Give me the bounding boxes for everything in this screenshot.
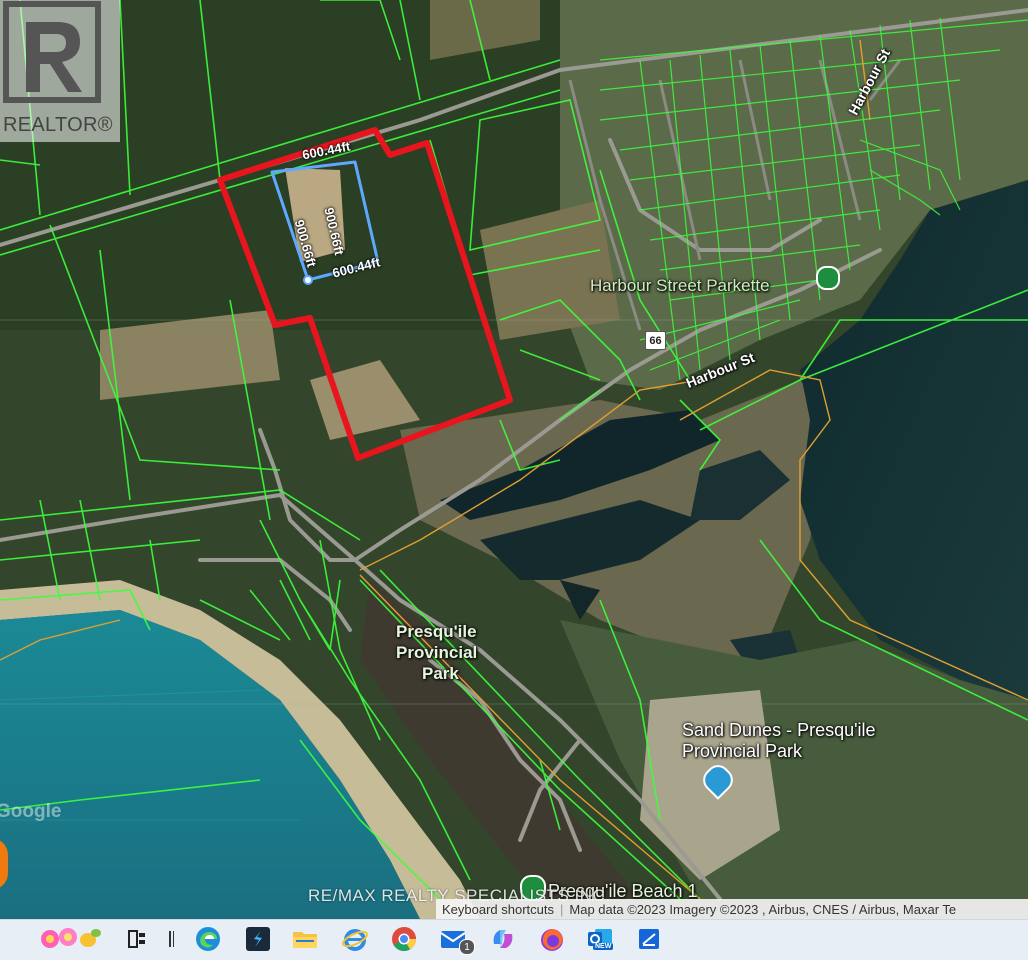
file-explorer-icon[interactable] [290, 924, 320, 954]
map-attribution: Keyboard shortcuts | Map data ©2023 Imag… [436, 899, 1028, 919]
provincial-park-label-3[interactable]: Park [422, 664, 459, 684]
edge-icon[interactable] [193, 924, 223, 954]
highway-66-shield: 66 [645, 331, 666, 350]
satellite-imagery [0, 0, 1028, 919]
mail-badge: 1 [459, 939, 475, 955]
park-icon[interactable] [816, 266, 840, 290]
map-view[interactable]: 600.44ft 900.66ft 600.44ft 900.66ft Harb… [0, 0, 1028, 919]
sand-dunes-label-1[interactable]: Sand Dunes - Presqu'ile [682, 720, 876, 741]
sand-dunes-label-2[interactable]: Provincial Park [682, 741, 802, 762]
flower-widget-icon[interactable] [38, 924, 104, 954]
internet-explorer-icon[interactable] [340, 924, 370, 954]
mail-icon[interactable]: 1 [439, 924, 475, 955]
divider-icon [156, 924, 186, 954]
chrome-icon[interactable] [389, 924, 419, 954]
realtor-logo: REALTOR® [0, 0, 120, 142]
outlook-icon[interactable]: NEW [585, 924, 615, 954]
copilot-icon[interactable] [488, 924, 518, 954]
realtor-r-icon [3, 1, 101, 103]
realtor-brand: REALTOR® [3, 114, 113, 136]
snipping-tool-icon[interactable] [634, 924, 664, 954]
keyboard-shortcuts-link[interactable]: Keyboard shortcuts [436, 902, 560, 917]
map-data-text: Map data ©2023 Imagery ©2023 , Airbus, C… [569, 901, 957, 917]
app-s-icon[interactable] [243, 924, 273, 954]
google-logo: Google [0, 801, 62, 822]
provincial-park-label-2[interactable]: Provincial [396, 643, 477, 663]
firefox-icon[interactable] [537, 924, 567, 954]
provincial-park-label-1[interactable]: Presqu'ile [396, 622, 477, 642]
outlook-new-badge: NEW [593, 943, 614, 950]
task-view-icon[interactable] [122, 924, 152, 954]
harbour-parkette-label[interactable]: Harbour Street Parkette [590, 276, 770, 296]
